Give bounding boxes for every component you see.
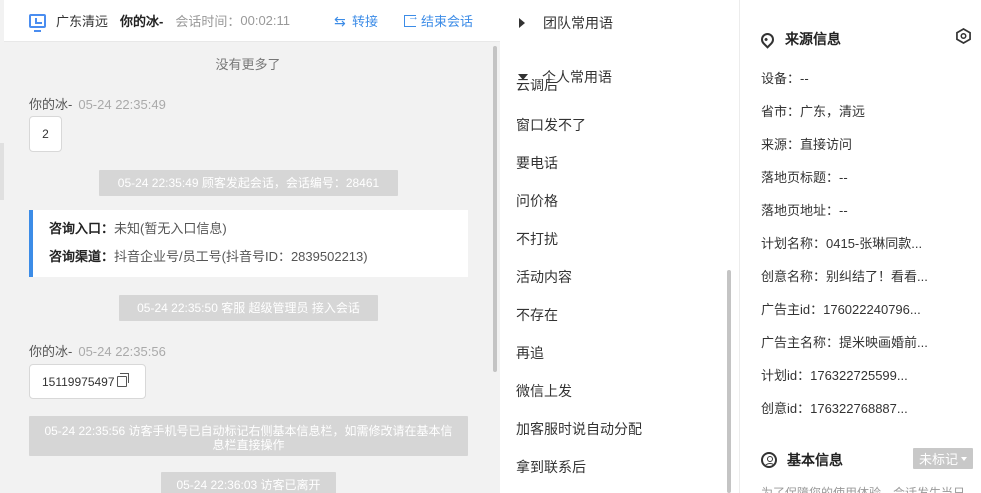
field-landing-url: 落地页地址：-- [761,203,848,218]
common-phrases-panel: 团队常用语 个人常用语 云调后 窗口发不了 要电话 问价格 不打扰 活动内容 不… [500,0,740,493]
transfer-label: 转接 [352,14,379,29]
exit-icon [404,11,419,27]
phrase-item[interactable]: 不打扰 [516,229,558,249]
phrases-scrollbar[interactable] [727,270,731,493]
system-message: 05-24 22:35:56 访客手机号已自动标记右侧基本信息栏，如需修改请在基… [29,416,468,456]
copy-icon[interactable] [116,373,129,387]
session-time-label: 会话时间： [175,14,241,29]
phrase-item[interactable]: 活动内容 [516,267,572,287]
left-edge-bar [0,143,4,200]
field-creative-id: 创意id：176322768887... [761,401,908,416]
chat-header: 广东清远 你的冰- 会话时间： 00:02:11 ⇆ 转接 结束会话 [4,0,500,42]
field-landing-title: 落地页标题：-- [761,170,848,185]
consult-channel-label: 咨询渠道： [49,249,115,264]
message-meta: 你的冰- 05-24 22:35:49 [29,94,166,113]
field-plan-id: 计划id：176322725599... [761,368,908,383]
no-more-text: 没有更多了 [215,57,281,72]
message-sender: 你的冰- [29,344,73,359]
group-label: 团队常用语 [543,15,613,31]
caret-right-icon [519,18,525,28]
field-province-city: 省市：广东，清远 [761,104,866,119]
consult-entry-row: 咨询入口：未知(暂无入口信息) [49,222,468,236]
tag-dropdown[interactable]: 未标记 [913,448,973,469]
basic-info-label: 基本信息 [787,452,843,468]
message-meta: 你的冰- 05-24 22:35:56 [29,341,166,360]
transfer-button[interactable]: ⇆ 转接 [334,11,378,30]
location-pin-icon [758,29,777,49]
source-info-label: 来源信息 [785,31,841,47]
consult-entry-label: 咨询入口： [49,221,115,236]
session-time: 00:02:11 [240,13,291,28]
field-advertiser-name: 广告主名称：提米映画婚前... [761,335,928,350]
phrase-item[interactable]: 再追 [516,343,544,363]
end-session-button[interactable]: 结束会话 [404,11,473,30]
message-time: 05-24 22:35:49 [78,97,166,112]
swap-icon: ⇆ [334,12,346,29]
field-advertiser-id: 广告主id：176022240796... [761,302,921,317]
user-icon [761,452,777,468]
phrase-item[interactable]: 云调后 [516,79,558,91]
group-team-phrases[interactable]: 团队常用语 [516,13,613,33]
phrase-item[interactable]: 要电话 [516,153,558,173]
tag-label: 未标记 [918,452,958,467]
system-message: 05-24 22:35:49 顾客发起会话，会话编号：28461 [99,170,398,196]
phrase-item[interactable]: 拿到联系后 [516,457,586,477]
message-sender: 你的冰- [29,97,73,112]
visitor-info-panel: 来源信息 设备：-- 省市：广东，清远 来源：直接访问 落地页标题：-- 落地页… [741,0,981,493]
system-message: 05-24 22:35:50 客服 超级管理员 接入会话 [119,295,378,321]
visitor-name: 你的冰- [120,14,164,29]
consult-info-card: 咨询入口：未知(暂无入口信息) 咨询渠道：抖音企业号/员工号(抖音号ID：283… [29,210,468,277]
phrase-item[interactable]: 不存在 [516,305,558,325]
field-plan-name: 计划名称：0415-张琳同款... [761,236,923,251]
caret-down-icon [961,456,967,461]
consult-entry-value: 未知(暂无入口信息) [114,221,227,236]
consult-channel-value: 抖音企业号/员工号(抖音号ID：2839502213) [114,249,368,264]
chat-panel: 广东清远 你的冰- 会话时间： 00:02:11 ⇆ 转接 结束会话 没有更多了… [0,0,500,493]
system-message: 05-24 22:36:03 访客已离开 [161,472,336,493]
phrase-item[interactable]: 加客服时说自动分配 [516,419,642,439]
notice-text: 为了保障您的使用体验，会话发生当日 [761,486,966,493]
settings-icon[interactable] [956,28,971,44]
message-time: 05-24 22:35:56 [78,344,166,359]
consult-channel-row: 咨询渠道：抖音企业号/员工号(抖音号ID：2839502213) [49,250,468,264]
field-device: 设备：-- [761,71,809,86]
phrase-item[interactable]: 窗口发不了 [516,115,586,135]
basic-info-title: 基本信息 [761,450,843,470]
message-bubble[interactable]: 2 [29,116,62,152]
phrase-item[interactable]: 微信上发 [516,381,572,401]
visitor-source: 广东清远 [56,14,109,29]
end-session-label: 结束会话 [421,14,474,29]
message-text: 2 [42,127,49,141]
message-bubble[interactable]: 15119975497 [29,364,146,399]
field-creative-name: 创意名称：别纠结了！看看... [761,269,928,284]
phrase-item[interactable]: 问价格 [516,191,558,211]
source-info-title: 来源信息 [758,29,841,49]
monitor-icon [29,13,46,32]
message-text: 15119975497 [42,374,115,389]
field-source: 来源：直接访问 [761,137,853,152]
chat-scrollbar[interactable] [493,46,497,372]
